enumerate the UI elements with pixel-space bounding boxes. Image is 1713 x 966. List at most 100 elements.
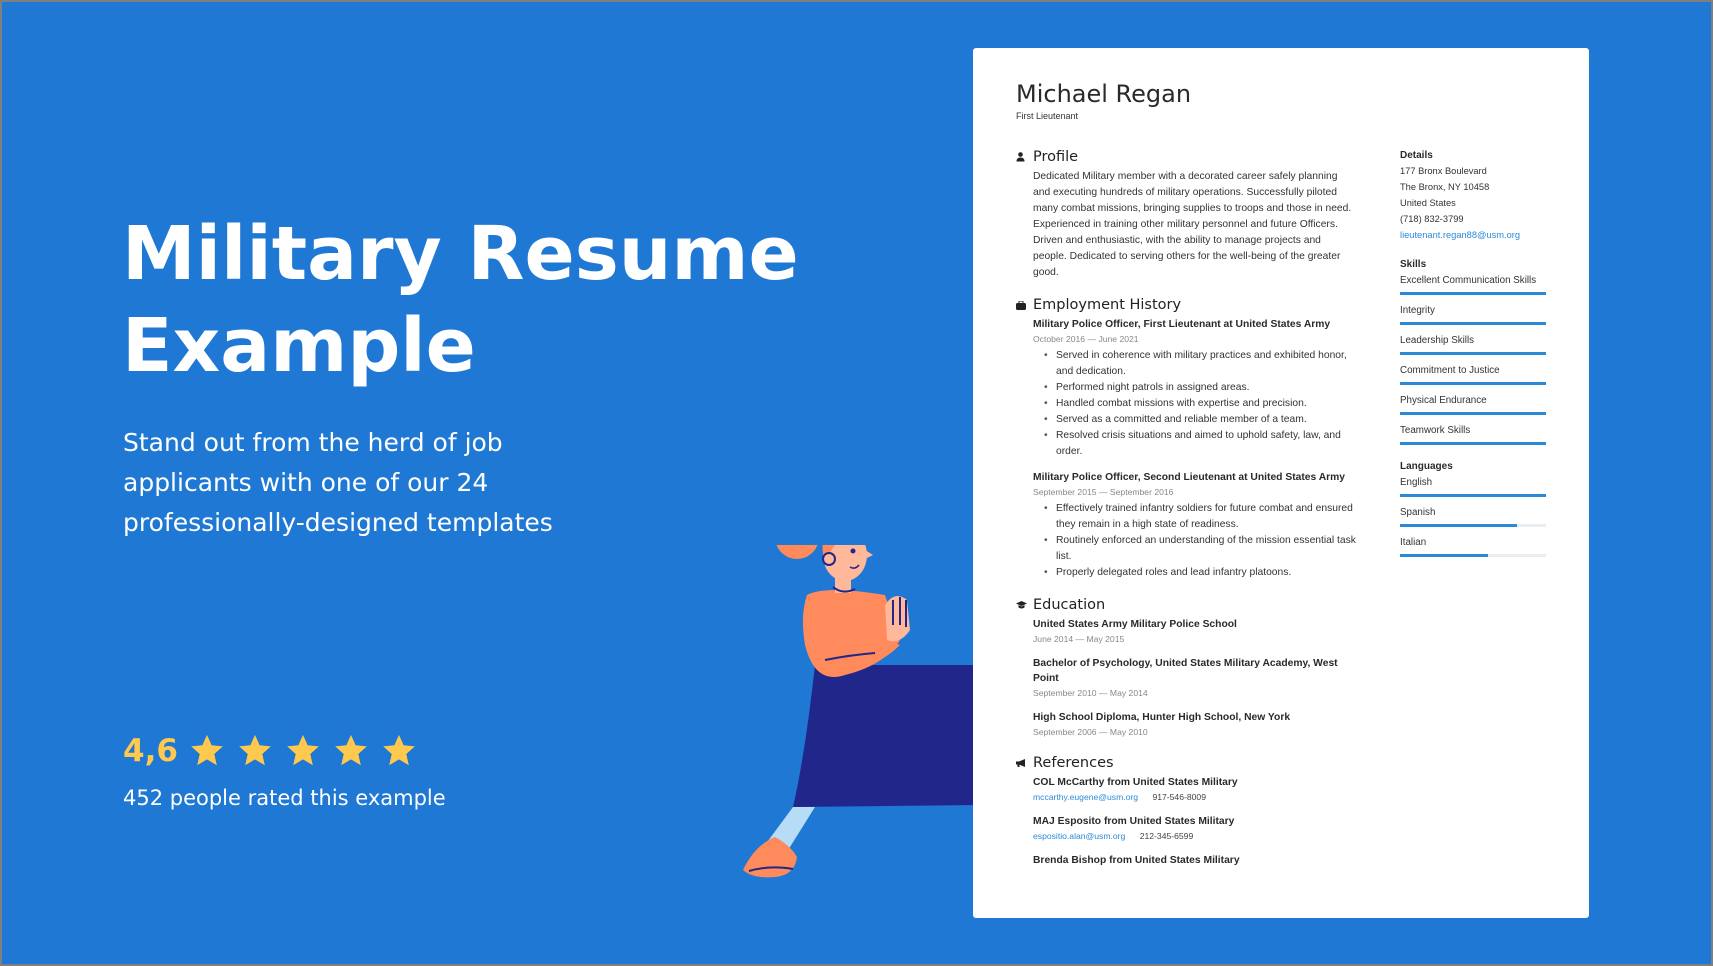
languages-title: Languages <box>1400 461 1453 472</box>
megaphone-icon <box>1016 759 1033 767</box>
language-item: Italian <box>1400 534 1546 557</box>
resume-job-title: First Lieutenant <box>1016 111 1079 121</box>
star-icon <box>239 734 271 766</box>
rating-stars <box>188 732 428 770</box>
reference-email-link[interactable]: espositio.alan@usm.org <box>1033 831 1125 841</box>
skill-item: Physical Endurance <box>1400 392 1546 415</box>
phone-number: (718) 832-3799 <box>1400 214 1464 224</box>
page-title: Military Resume Example <box>122 208 822 392</box>
skill-item-level-fill <box>1400 442 1546 445</box>
hero-subtitle: Stand out from the herd of job applicant… <box>123 428 553 537</box>
star-icon <box>287 734 319 766</box>
page-title-line-2: Example <box>122 303 476 389</box>
skill-item: Commitment to Justice <box>1400 362 1546 385</box>
reference-entry: COL McCarthy from United States Military… <box>1033 775 1356 804</box>
skill-item-label: Excellent Communication Skills <box>1400 275 1537 286</box>
skill-item-label: Leadership Skills <box>1400 335 1475 346</box>
education-section: Education United States Army Military Po… <box>1016 595 1356 739</box>
rated-count: 452 people rated this example <box>123 786 446 810</box>
briefcase-icon <box>1016 300 1033 310</box>
education-title: High School Diploma, Hunter High School,… <box>1033 712 1291 723</box>
star-icon <box>383 734 415 766</box>
job-entry: Military Police Officer, First Lieutenan… <box>1033 317 1356 460</box>
job-bullet: Effectively trained infantry soldiers fo… <box>1044 501 1356 533</box>
hair-bun <box>776 545 818 559</box>
reference-name: COL McCarthy from United States Military <box>1033 777 1238 788</box>
star-icon <box>191 734 223 766</box>
skill-item-level-bar <box>1400 322 1546 325</box>
rating: 4,6 <box>123 729 428 773</box>
language-item-level-bar <box>1400 554 1546 557</box>
language-item-level-fill <box>1400 524 1517 527</box>
language-item-label: Italian <box>1400 537 1427 548</box>
job-bullet: Routinely enforced an understanding of t… <box>1044 533 1356 565</box>
woman-illustration <box>743 545 980 878</box>
skill-item-label: Integrity <box>1400 305 1435 316</box>
section-title: Education <box>1033 597 1106 613</box>
graduation-cap-icon <box>1016 601 1033 609</box>
language-item-label: Spanish <box>1400 507 1436 518</box>
skill-item-level-bar <box>1400 382 1546 385</box>
page-title-line-1: Military Resume <box>122 211 799 297</box>
profile-text: Dedicated Military member with a decorat… <box>1033 171 1352 278</box>
address-line: 177 Bronx Boulevard <box>1400 166 1487 176</box>
reference-email-link[interactable]: mccarthy.eugene@usm.org <box>1033 792 1138 802</box>
language-item: English <box>1400 474 1546 497</box>
person-icon <box>1016 152 1033 162</box>
profile-section: Profile Dedicated Military member with a… <box>1016 147 1356 281</box>
job-title: Military Police Officer, Second Lieutena… <box>1033 472 1346 483</box>
skill-item-level-fill <box>1400 382 1546 385</box>
section-title: Employment History <box>1033 297 1182 313</box>
skill-item: Integrity <box>1400 302 1546 325</box>
references-section: References COL McCarthy from United Stat… <box>1016 753 1356 868</box>
reference-entry: MAJ Esposito from United States Military… <box>1033 814 1356 843</box>
address-line: United States <box>1400 198 1456 208</box>
email-link[interactable]: lieutenant.regan88@usm.org <box>1400 227 1546 243</box>
job-bullet: Handled combat missions with expertise a… <box>1044 396 1356 412</box>
reference-phone: 212-345-6599 <box>1139 831 1194 841</box>
education-title: Bachelor of Psychology, United States Mi… <box>1033 658 1338 684</box>
skill-item-level-bar <box>1400 442 1546 445</box>
language-item-level-bar <box>1400 524 1546 527</box>
job-bullet: Performed night patrols in assigned area… <box>1044 380 1356 396</box>
section-title: Profile <box>1033 149 1079 165</box>
skill-item-level-bar <box>1400 352 1546 355</box>
job-entry: Military Police Officer, Second Lieutena… <box>1033 470 1356 581</box>
education-dates: June 2014 — May 2015 <box>1033 634 1125 644</box>
skill-item-level-fill <box>1400 292 1546 295</box>
reference-name: Brenda Bishop from United States Militar… <box>1033 855 1240 866</box>
skill-item: Teamwork Skills <box>1400 422 1546 445</box>
reference-phone: 917-546-8009 <box>1152 792 1206 802</box>
job-bullet: Served in coherence with military practi… <box>1044 348 1356 380</box>
skill-item-level-fill <box>1400 412 1546 415</box>
section-title: References <box>1033 755 1114 771</box>
details-block: Details 177 Bronx Boulevard The Bronx, N… <box>1400 148 1546 243</box>
resume-main-column: Profile Dedicated Military member with a… <box>1016 147 1356 882</box>
job-bullet: Served as a committed and reliable membe… <box>1044 412 1356 428</box>
job-dates: October 2016 — June 2021 <box>1033 334 1139 344</box>
language-item-level-fill <box>1400 494 1546 497</box>
job-bullet: Properly delegated roles and lead infant… <box>1044 565 1356 581</box>
education-dates: September 2010 — May 2014 <box>1033 688 1148 698</box>
education-entry: High School Diploma, Hunter High School,… <box>1033 710 1356 739</box>
education-title: United States Army Military Police Schoo… <box>1033 619 1237 630</box>
language-item: Spanish <box>1400 504 1546 527</box>
skill-item-label: Commitment to Justice <box>1400 365 1500 376</box>
skirt-shape <box>793 665 980 807</box>
skills-title: Skills <box>1400 259 1427 270</box>
resume-name: Michael Regan <box>1016 80 1192 108</box>
language-item-label: English <box>1400 477 1433 488</box>
job-title: Military Police Officer, First Lieutenan… <box>1033 319 1331 330</box>
resume-preview-card[interactable]: Michael Regan First Lieutenant Profile D… <box>973 48 1589 918</box>
skill-item-label: Physical Endurance <box>1400 395 1487 406</box>
reference-entry: Brenda Bishop from United States Militar… <box>1033 853 1356 868</box>
education-entry: Bachelor of Psychology, United States Mi… <box>1033 656 1356 700</box>
skills-block: Skills Excellent Communication Skills Int… <box>1400 257 1546 445</box>
skill-item: Leadership Skills <box>1400 332 1546 355</box>
star-icon <box>335 734 367 766</box>
skill-item-level-bar <box>1400 292 1546 295</box>
language-item-level-bar <box>1400 494 1546 497</box>
address-line: The Bronx, NY 10458 <box>1400 182 1490 192</box>
skill-item-level-bar <box>1400 412 1546 415</box>
details-title: Details <box>1400 150 1433 161</box>
